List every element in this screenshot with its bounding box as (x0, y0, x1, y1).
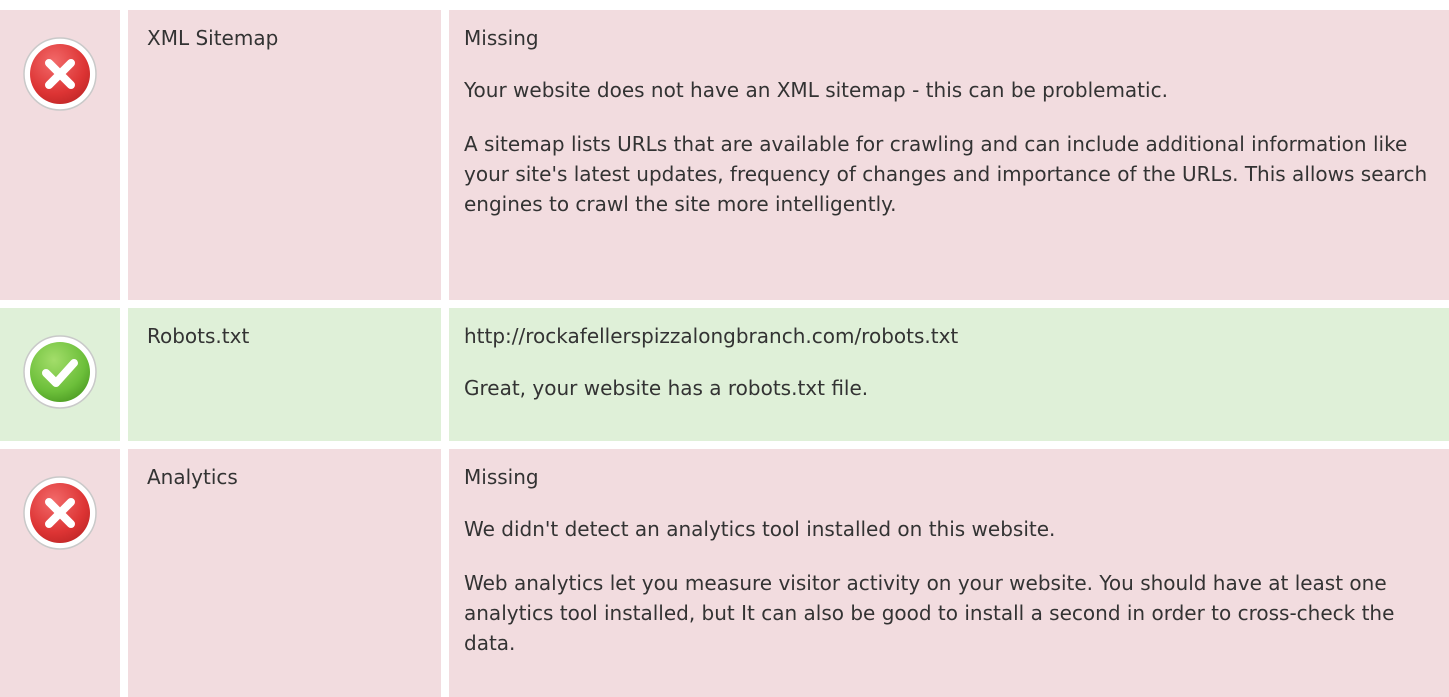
check-value: Missing (464, 465, 539, 489)
check-result-cell: http://rockafellerspizzalongbranch.com/r… (449, 308, 1449, 441)
error-icon (23, 37, 97, 111)
report-row-robots-txt: Robots.txt http://rockafellerspizzalongb… (0, 308, 1449, 441)
status-cell (0, 10, 120, 300)
check-name: Analytics (147, 465, 238, 489)
check-value-url: http://rockafellerspizzalongbranch.com/r… (464, 324, 959, 348)
check-detail: Web analytics let you measure visitor ac… (464, 571, 1395, 655)
status-cell (0, 308, 120, 441)
report-row-analytics: Analytics Missing We didn't detect an an… (0, 449, 1449, 697)
check-name: Robots.txt (147, 324, 250, 348)
check-name-cell: Robots.txt (128, 308, 441, 441)
check-summary: We didn't detect an analytics tool insta… (464, 517, 1056, 541)
seo-report: XML Sitemap Missing Your website does no… (0, 0, 1449, 697)
check-summary: Great, your website has a robots.txt fil… (464, 376, 869, 400)
check-name-cell: XML Sitemap (128, 10, 441, 300)
check-name-cell: Analytics (128, 449, 441, 697)
report-row-xml-sitemap: XML Sitemap Missing Your website does no… (0, 10, 1449, 300)
check-result-cell: Missing We didn't detect an analytics to… (449, 449, 1449, 697)
check-detail: A sitemap lists URLs that are available … (464, 132, 1428, 216)
error-icon (23, 476, 97, 550)
check-icon (23, 335, 97, 409)
check-result-cell: Missing Your website does not have an XM… (449, 10, 1449, 300)
check-summary: Your website does not have an XML sitema… (464, 78, 1168, 102)
check-value: Missing (464, 26, 539, 50)
status-cell (0, 449, 120, 697)
check-name: XML Sitemap (147, 26, 279, 50)
